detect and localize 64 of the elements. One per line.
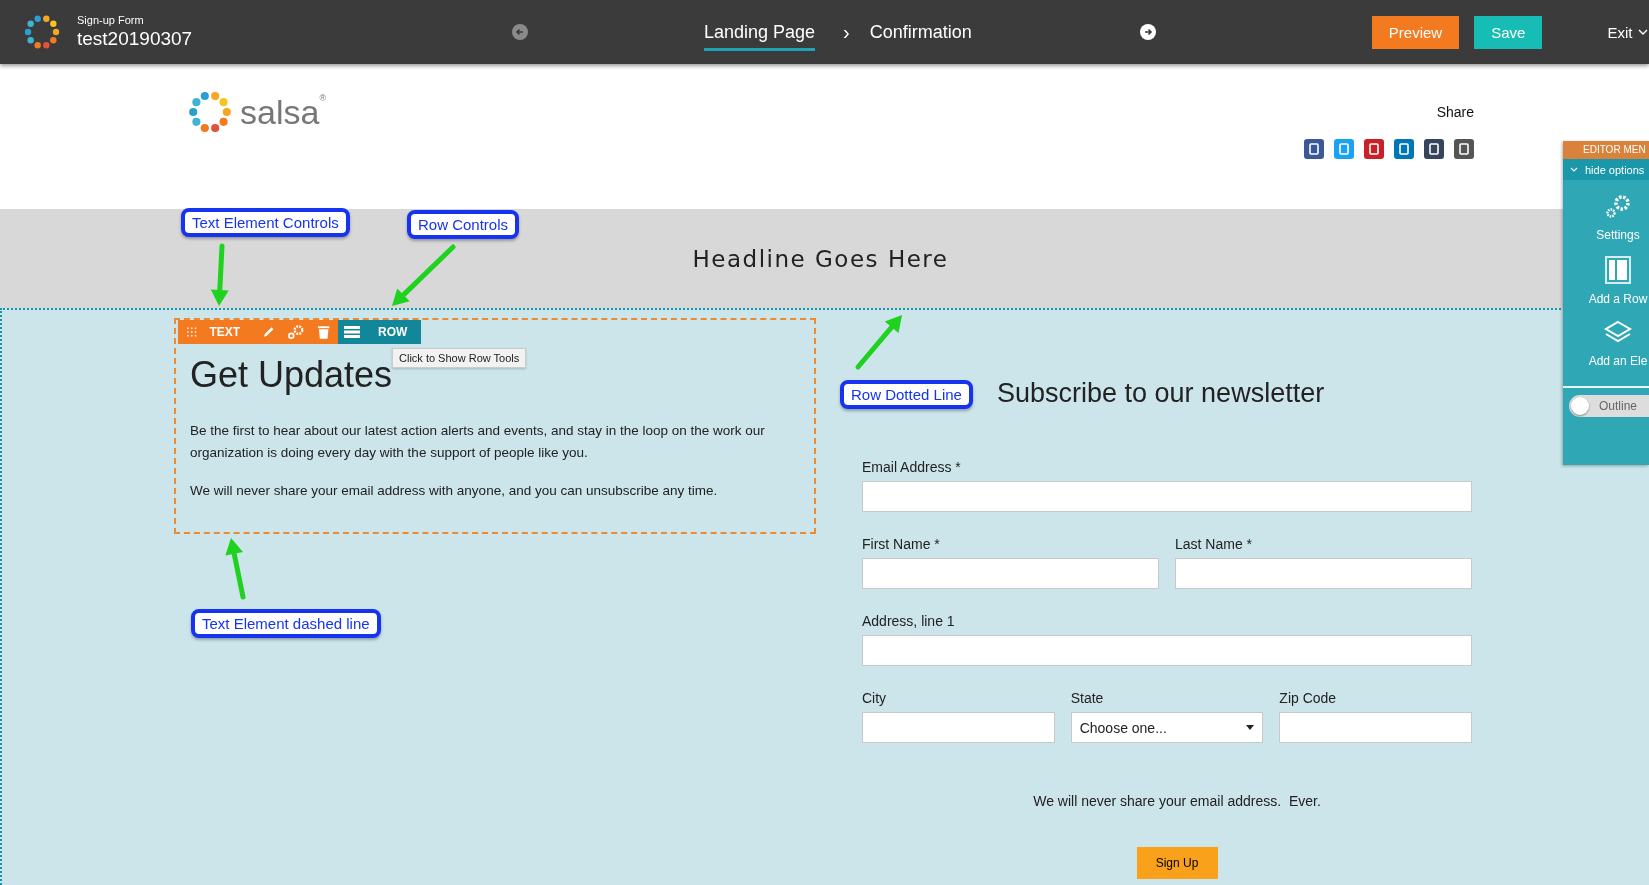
annotation-callout: Text Element dashed line <box>191 609 381 638</box>
preview-button[interactable]: Preview <box>1371 15 1460 49</box>
input-field[interactable] <box>1279 712 1472 743</box>
social-share-icon[interactable] <box>1364 139 1384 159</box>
input-field[interactable] <box>862 481 1472 512</box>
input-field[interactable] <box>862 558 1159 589</box>
field-label: Address, line 1 <box>862 613 956 629</box>
menu-item-label[interactable]: Add a Row <box>1588 292 1648 306</box>
share-label: Share <box>1436 104 1474 120</box>
social-share-icon[interactable] <box>1454 139 1474 159</box>
rows-icon <box>344 326 360 338</box>
social-share-icon[interactable] <box>1394 139 1414 159</box>
annotation-arrow <box>855 315 902 370</box>
outline-switch[interactable]: Outline <box>1569 395 1649 417</box>
annotation-callout: Text Element Controls <box>181 208 350 237</box>
step-tab[interactable]: Confirmation <box>869 13 972 51</box>
chevron-icon <box>1570 167 1578 172</box>
step-separator: › <box>843 20 850 44</box>
tooltip: Click to Show Row Tools <box>392 348 527 368</box>
input-field[interactable] <box>862 635 1472 666</box>
field-label: Zip Code <box>1279 690 1338 706</box>
section-title: Get Updates <box>190 354 393 396</box>
annotation-arrow <box>210 243 229 306</box>
field-label: Last Name * <box>1175 536 1254 552</box>
columns-icon[interactable] <box>1605 256 1631 284</box>
save-button[interactable]: Save <box>1474 15 1543 49</box>
input-field[interactable] <box>862 712 1055 743</box>
gear-icon[interactable] <box>1604 194 1632 220</box>
logo-text: salsa$^{®}$ <box>240 92 326 132</box>
menu-item-label[interactable]: Add an Ele <box>1588 354 1648 368</box>
annotation-callout: Row Dotted Line <box>840 380 973 409</box>
headline: Headline Goes Here <box>692 245 949 272</box>
annotation-callout: Row Controls <box>407 210 520 239</box>
editor-menu-title: EDITOR MEN <box>1563 141 1649 159</box>
paragraph: Be the first to hear about our latest action alerts and events, and stay in the loop on the work our organization is doing every day with the support of people like you. <box>190 422 766 462</box>
drag-handle-icon[interactable] <box>186 326 198 338</box>
form-title: Subscribe to our newsletter <box>997 378 1326 409</box>
caret-icon <box>1246 725 1255 730</box>
menu-item-label[interactable]: Settings <box>1596 228 1640 242</box>
paragraph: We will never share your email address with anyone, and you can unsubscribe any time. <box>190 482 719 500</box>
form-name: test20190307 <box>77 28 194 50</box>
row-label: ROW <box>378 325 408 339</box>
social-share-icon[interactable] <box>1304 139 1324 159</box>
dropdown[interactable]: Choose one... <box>1070 712 1264 743</box>
annotation-arrow <box>225 538 246 600</box>
row-toolbar[interactable]: ROW <box>338 320 422 344</box>
social-share-icon[interactable] <box>1424 139 1444 159</box>
pencil-icon[interactable] <box>262 325 276 339</box>
field-label: Email Address * <box>862 459 962 475</box>
step-tab[interactable]: Landing Page <box>704 13 816 51</box>
exit-menu[interactable]: Exit <box>1607 23 1633 41</box>
caret-icon[interactable] <box>1638 28 1649 36</box>
text-label: TEXT <box>209 325 241 339</box>
field-label: First Name * <box>862 536 941 552</box>
input-field[interactable] <box>1175 558 1472 589</box>
settings-icon[interactable] <box>287 324 305 340</box>
field-label: City <box>862 690 888 706</box>
hide-options-toggle[interactable]: hide options <box>1563 159 1649 180</box>
trash-icon[interactable] <box>316 324 330 340</box>
privacy-note: We will never share your email address. Ever. <box>1032 793 1322 809</box>
field-label: State <box>1070 690 1105 706</box>
form-type: Sign-up Form <box>77 14 145 26</box>
annotation-arrow <box>392 244 456 306</box>
sign-up-button[interactable]: Sign Up <box>1136 847 1218 879</box>
